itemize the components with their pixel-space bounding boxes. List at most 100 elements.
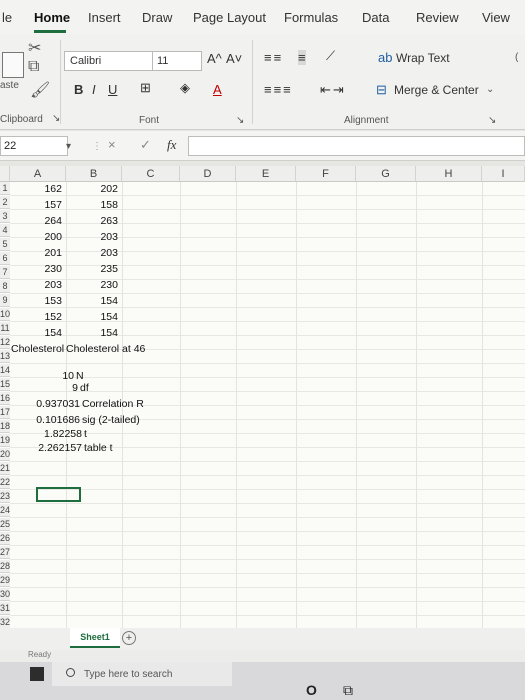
- align-top-icon[interactable]: ≡≡: [264, 50, 283, 65]
- row-header-7[interactable]: 7: [0, 266, 10, 279]
- row-header-32[interactable]: 32: [0, 616, 10, 628]
- cell-b8[interactable]: 154: [66, 295, 118, 308]
- tab-view[interactable]: View: [482, 10, 510, 25]
- spreadsheet-grid[interactable]: A B C D E F G H I 1 2 3 4 5 6 7 8 9 10 11 12 13 14 15 1…: [0, 166, 525, 628]
- cell-b14[interactable]: df: [80, 382, 89, 395]
- cut-icon[interactable]: ✂: [28, 38, 41, 58]
- row-header-2[interactable]: 2: [0, 196, 10, 209]
- cell-b11[interactable]: Cholesterol at 46: [66, 343, 145, 356]
- merge-dropdown-chevron-icon[interactable]: ⌄: [486, 84, 494, 95]
- row-header-31[interactable]: 31: [0, 602, 10, 615]
- column-header-b[interactable]: B: [66, 166, 122, 182]
- insert-function-icon[interactable]: fx: [167, 137, 176, 153]
- row-header-11[interactable]: 11: [0, 322, 10, 335]
- cell-b17[interactable]: t: [84, 428, 87, 441]
- cell-a5[interactable]: 201: [10, 247, 62, 260]
- row-header-18[interactable]: 18: [0, 420, 10, 433]
- taskbar-search-input[interactable]: Type here to search: [52, 662, 232, 686]
- formula-input[interactable]: [188, 136, 525, 156]
- bold-button[interactable]: B: [74, 82, 83, 97]
- column-header-g[interactable]: G: [356, 166, 416, 182]
- cell-b5[interactable]: 203: [66, 247, 118, 260]
- cell-b1[interactable]: 202: [66, 183, 118, 196]
- row-header-19[interactable]: 19: [0, 434, 10, 447]
- cell-b3[interactable]: 263: [66, 215, 118, 228]
- cell-a7[interactable]: 203: [10, 279, 62, 292]
- column-header-a[interactable]: A: [10, 166, 66, 182]
- row-header-30[interactable]: 30: [0, 588, 10, 601]
- cell-a17[interactable]: 1.82258: [10, 428, 82, 441]
- cell-a2[interactable]: 157: [10, 199, 62, 212]
- merge-center-icon[interactable]: ⊟: [376, 82, 387, 98]
- cell-a14[interactable]: 9: [10, 382, 78, 395]
- row-header-23[interactable]: 23: [0, 490, 10, 503]
- column-header-i[interactable]: I: [482, 166, 525, 182]
- font-name-select[interactable]: Calibri: [64, 51, 160, 71]
- underline-button[interactable]: U: [108, 82, 117, 97]
- sheet-tab-sheet1[interactable]: Sheet1: [70, 628, 120, 648]
- cell-a4[interactable]: 200: [10, 231, 62, 244]
- font-launcher-icon[interactable]: ↘: [236, 115, 244, 126]
- cancel-entry-icon[interactable]: ×: [108, 137, 116, 152]
- cell-b6[interactable]: 235: [66, 263, 118, 276]
- row-header-15[interactable]: 15: [0, 378, 10, 391]
- row-header-21[interactable]: 21: [0, 462, 10, 475]
- task-view-icon[interactable]: ⧉: [343, 682, 353, 699]
- align-bottom-icon[interactable]: ≡: [298, 50, 306, 65]
- row-header-12[interactable]: 12: [0, 336, 10, 349]
- format-painter-icon[interactable]: 🖌: [30, 80, 50, 100]
- indent-icon[interactable]: ⇤⇥: [320, 82, 346, 98]
- row-header-24[interactable]: 24: [0, 504, 10, 517]
- cell-a6[interactable]: 230: [10, 263, 62, 276]
- enter-entry-icon[interactable]: ✓: [140, 137, 151, 153]
- cell-b15[interactable]: Correlation R: [82, 398, 144, 411]
- row-header-3[interactable]: 3: [0, 210, 10, 223]
- align-left-icon[interactable]: ≡≡≡: [264, 82, 293, 97]
- cell-a16[interactable]: 0.101686: [10, 414, 80, 427]
- wrap-text-icon[interactable]: ab: [378, 50, 392, 65]
- row-header-26[interactable]: 26: [0, 532, 10, 545]
- cell-b2[interactable]: 158: [66, 199, 118, 212]
- column-header-c[interactable]: C: [122, 166, 180, 182]
- row-header-16[interactable]: 16: [0, 392, 10, 405]
- font-size-select[interactable]: 11: [152, 51, 202, 71]
- column-header-f[interactable]: F: [296, 166, 356, 182]
- row-header-27[interactable]: 27: [0, 546, 10, 559]
- cell-a15[interactable]: 0.937031: [10, 398, 80, 411]
- tab-insert[interactable]: Insert: [88, 10, 121, 25]
- row-header-1[interactable]: 1: [0, 182, 10, 195]
- alignment-launcher-icon[interactable]: ↘: [488, 115, 496, 126]
- cell-a9[interactable]: 152: [10, 311, 62, 324]
- cell-a1[interactable]: 162: [10, 183, 62, 196]
- select-all-corner[interactable]: [0, 166, 10, 182]
- cell-a11[interactable]: Cholesterol: [11, 343, 64, 356]
- row-header-20[interactable]: 20: [0, 448, 10, 461]
- column-header-d[interactable]: D: [180, 166, 236, 182]
- fill-color-icon[interactable]: ◈: [180, 80, 190, 96]
- cell-a18[interactable]: 2.262157: [10, 442, 82, 455]
- row-header-5[interactable]: 5: [0, 238, 10, 251]
- windows-start-icon[interactable]: [30, 667, 44, 681]
- row-header-4[interactable]: 4: [0, 224, 10, 237]
- row-header-29[interactable]: 29: [0, 574, 10, 587]
- row-header-10[interactable]: 10: [0, 308, 10, 321]
- cell-b16[interactable]: sig (2-tailed): [82, 414, 140, 427]
- cell-b9[interactable]: 154: [66, 311, 118, 324]
- tab-data[interactable]: Data: [362, 10, 389, 25]
- active-cell-selection[interactable]: [36, 487, 81, 502]
- merge-center-button[interactable]: Merge & Center: [394, 83, 479, 97]
- cortana-icon[interactable]: O: [306, 682, 317, 698]
- tab-home[interactable]: Home: [34, 10, 70, 25]
- row-header-25[interactable]: 25: [0, 518, 10, 531]
- cell-a8[interactable]: 153: [10, 295, 62, 308]
- font-color-button[interactable]: A: [213, 82, 222, 97]
- cell-b4[interactable]: 203: [66, 231, 118, 244]
- cell-a10[interactable]: 154: [10, 327, 62, 340]
- tab-page-layout[interactable]: Page Layout: [193, 10, 266, 25]
- ribbon-overflow-icon[interactable]: (: [515, 52, 518, 63]
- add-sheet-button[interactable]: +: [122, 631, 136, 645]
- name-box[interactable]: 22: [0, 136, 68, 156]
- row-header-9[interactable]: 9: [0, 294, 10, 307]
- orientation-icon[interactable]: ⟋: [326, 48, 335, 64]
- column-header-e[interactable]: E: [236, 166, 296, 182]
